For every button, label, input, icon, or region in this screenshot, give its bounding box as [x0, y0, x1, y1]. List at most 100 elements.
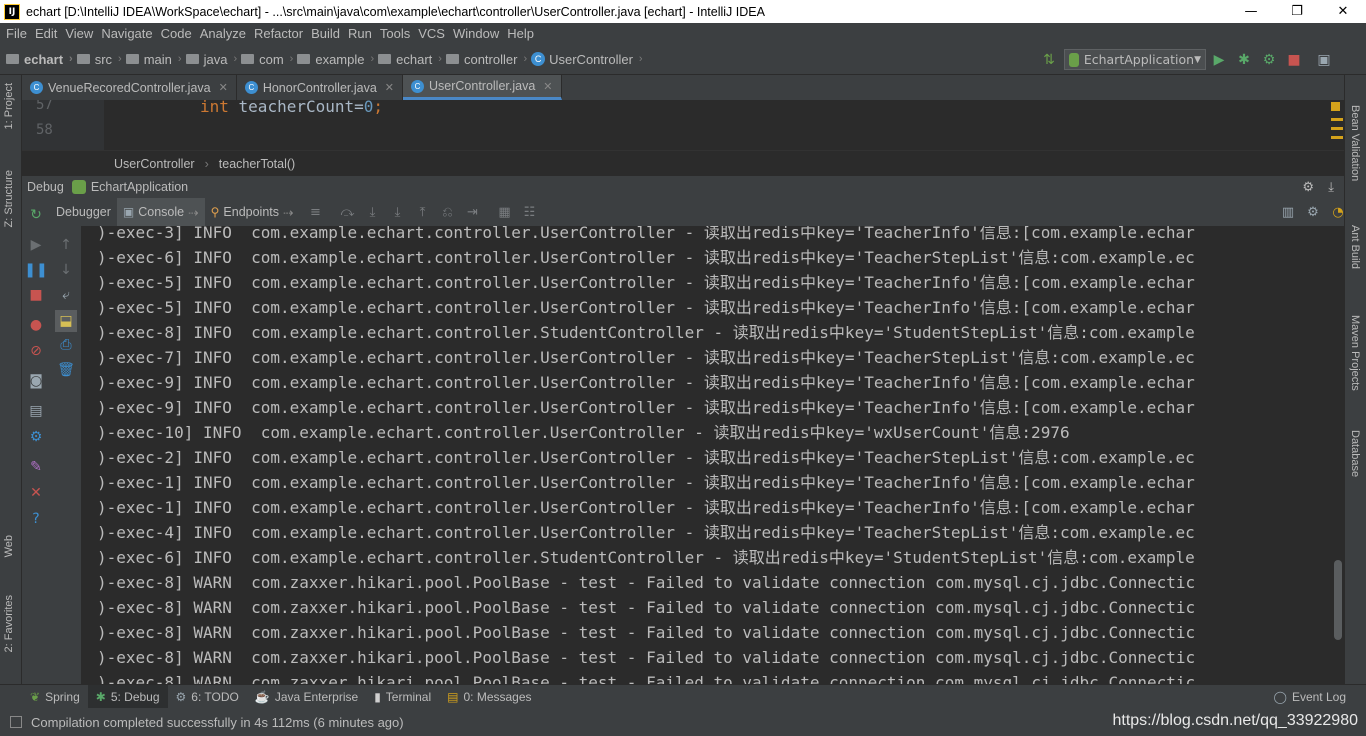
resume-icon[interactable]: ▶ [27, 236, 45, 254]
breadcrumb-main[interactable]: main › [125, 52, 182, 67]
debug-icon[interactable]: ✱ [1235, 51, 1253, 69]
editor-tab-user[interactable]: C UserController.java ✕ [403, 75, 562, 100]
menu-run[interactable]: Run [344, 26, 376, 41]
tool-tab-messages[interactable]: ▤ 0: Messages [439, 685, 539, 709]
step-into-icon[interactable]: ⤓ [364, 203, 382, 221]
gear-icon[interactable]: ⚙ [1302, 179, 1314, 195]
restore-button[interactable]: ❐ [1274, 0, 1320, 23]
trace-icon[interactable]: ☷ [521, 203, 539, 221]
breadcrumb-java[interactable]: java › [185, 52, 237, 67]
menu-refactor[interactable]: Refactor [250, 26, 307, 41]
step-over-icon[interactable]: ⤼ [339, 203, 357, 221]
error-stripe-marker[interactable] [1331, 127, 1343, 130]
menu-edit[interactable]: Edit [31, 26, 61, 41]
run-icon[interactable]: ▶ [1210, 51, 1228, 69]
breadcrumb-example[interactable]: example › [297, 52, 374, 67]
stop-icon[interactable]: ■ [1285, 51, 1303, 69]
menu-view[interactable]: View [61, 26, 97, 41]
scroll-to-end-icon[interactable]: ⬓ [55, 310, 77, 332]
drop-frame-icon[interactable]: ⎌ [439, 203, 457, 221]
coverage-icon[interactable]: ⚙ [1260, 51, 1278, 69]
tool-tab-ant-build[interactable]: Ant Build [1349, 225, 1361, 269]
show-execution-point-icon[interactable]: ≡ [307, 203, 325, 221]
evaluate-expression-icon[interactable]: ▦ [496, 203, 514, 221]
warning-marker-icon[interactable] [1331, 102, 1340, 111]
tool-tab-database[interactable]: Database [1349, 430, 1361, 477]
stop-icon[interactable]: ■ [27, 286, 45, 304]
close-icon[interactable]: ✕ [27, 484, 45, 502]
settings-icon[interactable]: ⚙ [1304, 203, 1322, 221]
tab-console[interactable]: ▣ Console ⇢ [116, 198, 205, 226]
settings-icon[interactable]: ⚙ [27, 428, 45, 446]
console-scrollbar[interactable] [1334, 560, 1342, 640]
tool-tab-spring[interactable]: ❦ Spring [22, 685, 88, 709]
pin-icon[interactable]: ✎ [27, 458, 45, 476]
tool-tab-bean-validation[interactable]: Bean Validation [1349, 105, 1361, 181]
down-arrow-icon[interactable]: ↓ [57, 261, 75, 279]
print-icon[interactable]: ⎙ [57, 336, 75, 354]
layout-icon[interactable]: ▤ [27, 402, 45, 420]
tool-tab-terminal[interactable]: ▮ Terminal [366, 685, 439, 709]
menu-vcs[interactable]: VCS [414, 26, 449, 41]
event-log-button[interactable]: ◯ Event Log [1274, 685, 1346, 709]
tool-tab-structure[interactable]: Z: Structure [3, 170, 15, 227]
hide-icon[interactable]: ⤓ [1328, 179, 1334, 195]
tool-tab-web[interactable]: Web [3, 535, 15, 557]
step-out-icon[interactable]: ⤒ [414, 203, 432, 221]
console-output[interactable]: )-exec-3] INFO com.example.echart.contro… [83, 226, 1344, 684]
speed-icon[interactable]: ◔ [1329, 203, 1347, 221]
trash-icon[interactable]: 🗑 [57, 361, 75, 379]
menu-navigate[interactable]: Navigate [97, 26, 156, 41]
soft-wrap-icon[interactable]: ⤶ [57, 286, 75, 304]
rerun-icon[interactable]: ↻ [27, 206, 45, 224]
mute-breakpoints-icon[interactable]: ⊘ [27, 342, 45, 360]
tab-debugger[interactable]: Debugger [50, 198, 117, 226]
help-icon[interactable]: ? [27, 510, 45, 528]
close-button[interactable]: ✕ [1320, 0, 1366, 23]
camera-icon[interactable]: ◙ [27, 372, 45, 390]
tool-tab-favorites[interactable]: 2: Favorites [3, 595, 15, 652]
toggle-tool-windows-icon[interactable] [10, 716, 22, 728]
editor-tab-venue[interactable]: C VenueRecoredController.java ✕ [22, 75, 237, 100]
menu-window[interactable]: Window [449, 26, 503, 41]
menu-help[interactable]: Help [503, 26, 538, 41]
close-icon[interactable]: ✕ [543, 80, 552, 93]
menu-tools[interactable]: Tools [376, 26, 414, 41]
tab-endpoints[interactable]: ⚲ Endpoints ⇢ [205, 198, 300, 226]
code-line[interactable]: int teacherCount=0; [200, 100, 383, 116]
close-icon[interactable]: ✕ [219, 81, 228, 94]
pause-icon[interactable]: ❚❚ [24, 261, 47, 279]
editor-tab-honor[interactable]: C HonorController.java ✕ [237, 75, 403, 100]
up-arrow-icon[interactable]: ↑ [57, 236, 75, 254]
tool-tab-java-enterprise[interactable]: ☕ Java Enterprise [247, 685, 366, 709]
run-to-cursor-icon[interactable]: ⇥ [464, 203, 482, 221]
minimize-button[interactable]: — [1228, 0, 1274, 23]
breadcrumb-class[interactable]: C UserController › [531, 52, 643, 67]
breadcrumb-com[interactable]: com › [241, 52, 293, 67]
project-structure-icon[interactable]: ▣ [1315, 51, 1333, 69]
code-editor[interactable]: 57 58 int teacherCount=0; [22, 100, 1344, 150]
breadcrumb-echart[interactable]: echart › [378, 52, 442, 67]
tool-tab-project[interactable]: 1: Project [3, 83, 15, 129]
menu-analyze[interactable]: Analyze [196, 26, 250, 41]
restore-layout-icon[interactable]: ▥ [1279, 203, 1297, 221]
tool-tab-debug[interactable]: ✱ 5: Debug [87, 684, 168, 709]
breadcrumb-controller[interactable]: controller › [445, 52, 527, 67]
menu-code[interactable]: Code [157, 26, 196, 41]
breadcrumb-src[interactable]: src › [76, 52, 122, 67]
tool-tab-maven-projects[interactable]: Maven Projects [1349, 315, 1361, 391]
tool-tab-todo[interactable]: ⚙ 6: TODO [168, 685, 247, 709]
menu-build[interactable]: Build [307, 26, 344, 41]
force-step-into-icon[interactable]: ⤓ [389, 203, 407, 221]
menu-file[interactable]: File [2, 26, 31, 41]
build-icon[interactable]: ⇅ [1040, 51, 1058, 69]
editor-breadcrumb-class[interactable]: UserController [114, 157, 195, 171]
error-stripe-marker[interactable] [1331, 136, 1343, 139]
run-configuration-select[interactable]: EchartApplication ▼ [1064, 49, 1206, 70]
editor-breadcrumb-method[interactable]: teacherTotal() [219, 157, 295, 171]
view-breakpoints-icon[interactable]: ● [27, 316, 45, 334]
breadcrumb-project[interactable]: echart › [6, 52, 73, 67]
debug-session-tab[interactable]: EchartApplication [91, 180, 188, 194]
error-stripe-marker[interactable] [1331, 118, 1343, 121]
close-icon[interactable]: ✕ [385, 81, 394, 94]
